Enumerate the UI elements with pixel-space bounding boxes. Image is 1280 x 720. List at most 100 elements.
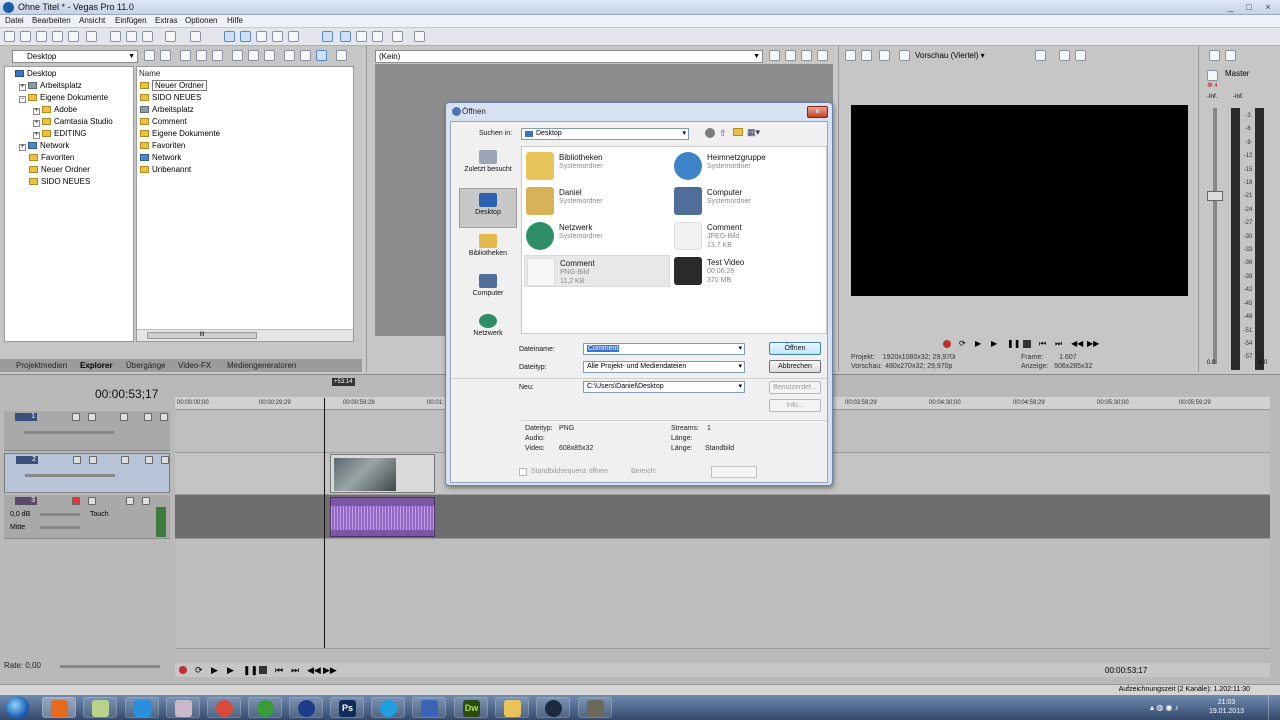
tab-mediengeneratoren[interactable]: Mediengeneratoren (227, 361, 296, 370)
go-to-end-icon[interactable]: ⏭ (291, 665, 299, 676)
show-desktop-button[interactable] (1268, 695, 1280, 720)
delete-icon[interactable] (180, 50, 191, 61)
solo-icon[interactable] (142, 497, 150, 505)
menu-optionen[interactable]: Optionen (185, 16, 217, 25)
volume-slider[interactable] (40, 513, 80, 516)
file-item[interactable]: Neuer Ordner (140, 80, 207, 91)
up-folder-icon[interactable]: ⇧ (719, 128, 727, 138)
zoom-tool-icon[interactable] (272, 31, 283, 42)
master-fader-track[interactable] (1213, 108, 1217, 364)
tree-item-eigene-dokumente[interactable]: − Eigene Dokumente (19, 92, 108, 103)
search-icon[interactable] (316, 50, 327, 61)
gear-icon[interactable] (121, 456, 129, 464)
explorer-location-select[interactable]: Desktop ▼ (12, 50, 138, 63)
overlays-icon[interactable] (1035, 50, 1046, 61)
taskbar-game[interactable] (578, 697, 612, 718)
trimmer-tool-icon[interactable] (801, 50, 812, 61)
tree-item-neuer-ordner[interactable]: Neuer Ordner (29, 164, 90, 175)
loop-icon[interactable]: ⟳ (195, 665, 203, 676)
save-snapshot-icon[interactable] (1075, 50, 1086, 61)
go-to-end-icon[interactable]: ⏭ (1055, 340, 1062, 348)
dialog-close-button[interactable]: × (807, 106, 828, 118)
pause-icon[interactable]: ❚❚ (243, 665, 258, 676)
taskbar-media[interactable] (536, 697, 570, 718)
snap-icon[interactable] (322, 31, 333, 42)
track-fx-icon[interactable] (88, 497, 96, 505)
tree-item-camtasia-studio[interactable]: + Camtasia Studio (33, 116, 113, 127)
get-media-icon[interactable] (300, 50, 311, 61)
tree-item-adobe[interactable]: + Adobe (33, 104, 77, 115)
go-to-start-icon[interactable]: ⏮ (1039, 340, 1046, 348)
properties-icon[interactable] (86, 31, 97, 42)
preview-screen[interactable] (851, 105, 1188, 296)
trimmer-tool-icon[interactable] (817, 50, 828, 61)
composite-level-slider[interactable] (25, 474, 115, 477)
next-frame-icon[interactable]: ▶▶ (1087, 340, 1099, 348)
save-icon[interactable] (36, 31, 47, 42)
tab-video-fx[interactable]: Video-FX (178, 361, 211, 370)
filename-input[interactable]: Comment ▾ (583, 343, 745, 355)
taskbar-skype[interactable] (371, 697, 405, 718)
track-motion-icon[interactable] (73, 456, 81, 464)
file-item[interactable]: SIDO NEUES (140, 92, 201, 103)
taskbar-firefox[interactable] (42, 697, 76, 718)
track-fx-icon[interactable] (89, 456, 97, 464)
save-as-icon[interactable] (52, 31, 63, 42)
new-folder-icon[interactable] (733, 128, 743, 136)
file-item[interactable]: Unbenannt (140, 164, 191, 175)
copy-icon[interactable] (126, 31, 137, 42)
help-icon[interactable] (414, 31, 425, 42)
mute-icon[interactable] (126, 497, 134, 505)
close-button[interactable]: × (1261, 2, 1275, 13)
file-item-daniel[interactable]: Daniel Systemordner (524, 185, 670, 217)
file-item-heimnetzgruppe[interactable]: Heimnetzgruppe Systemordner (672, 150, 818, 182)
solo-icon[interactable] (161, 456, 169, 464)
file-item-netzwerk[interactable]: Netzwerk Systemordner (524, 220, 670, 252)
split-screen-icon[interactable] (879, 50, 890, 61)
play-from-start-icon[interactable]: ▶ (211, 665, 218, 676)
collapse-icon[interactable]: − (19, 96, 26, 103)
tree-item-desktop[interactable]: Desktop (15, 68, 56, 79)
menu-einfuegen[interactable]: Einfügen (115, 16, 147, 25)
expand-icon[interactable]: + (19, 84, 26, 91)
track-fx-icon[interactable] (88, 413, 96, 421)
pan-slider[interactable] (40, 526, 80, 529)
file-item-comment-png[interactable]: Comment PNG-Bild 11,2 KB (524, 255, 670, 287)
mute-icon[interactable] (145, 456, 153, 464)
pause-icon[interactable]: ❚❚ (1007, 340, 1020, 348)
trimmer-source-select[interactable]: (Kein) ▼ (375, 50, 763, 63)
menu-datei[interactable]: Datei (5, 16, 24, 25)
preview-fx-icon[interactable] (899, 50, 910, 61)
split-icon[interactable] (288, 31, 299, 42)
trimmer-tool-icon[interactable] (785, 50, 796, 61)
record-icon[interactable] (943, 340, 951, 348)
envelope-tool-icon[interactable] (240, 31, 251, 42)
look-in-select[interactable]: Desktop ▾ (521, 128, 689, 140)
add-favorite-icon[interactable] (212, 50, 223, 61)
file-item[interactable]: Arbeitsplatz (140, 104, 194, 115)
menu-extras[interactable]: Extras (155, 16, 178, 25)
maximize-button[interactable]: □ (1242, 2, 1256, 13)
tab-projektmedien[interactable]: Projektmedien (16, 361, 67, 370)
composite-level-slider[interactable] (24, 431, 114, 434)
new-icon[interactable] (4, 31, 15, 42)
expand-icon[interactable]: + (33, 120, 40, 127)
mute-icon[interactable] (144, 413, 152, 421)
tree-item-editing[interactable]: + EDITING (33, 128, 86, 139)
preview-properties-icon[interactable] (845, 50, 856, 61)
file-item[interactable]: Comment (140, 116, 187, 127)
stop-icon[interactable] (1023, 340, 1031, 348)
tab-explorer[interactable]: Explorer (80, 361, 112, 370)
back-icon[interactable] (705, 128, 715, 138)
taskbar-folder[interactable] (83, 697, 117, 718)
system-clock[interactable]: 21:03 19.01.2013 (1209, 698, 1244, 716)
prev-frame-icon[interactable]: ◀◀ (1071, 340, 1083, 348)
tree-item-sido-neues[interactable]: SIDO NEUES (29, 176, 90, 187)
stop-icon[interactable] (248, 50, 259, 61)
file-item-bibliotheken[interactable]: Bibliotheken Systemordner (524, 150, 670, 182)
views-icon[interactable] (336, 50, 347, 61)
undo-icon[interactable] (165, 31, 176, 42)
autopreview-icon[interactable] (264, 50, 275, 61)
taskbar-explorer[interactable] (495, 697, 529, 718)
start-button-icon[interactable] (6, 696, 29, 719)
